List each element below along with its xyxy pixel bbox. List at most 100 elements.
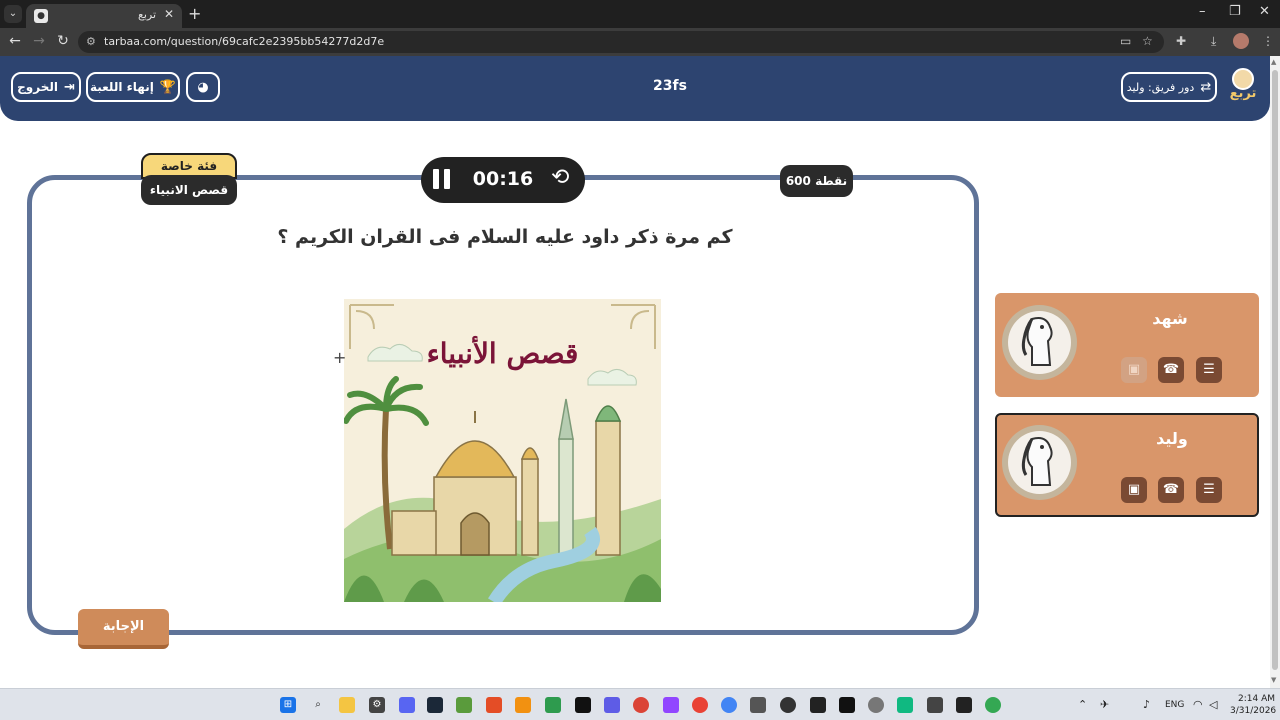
points-badge: 600 نقطة [780,165,853,197]
team-name: وليد [1156,429,1188,448]
app-icon[interactable] [897,697,913,713]
game-header: الخروج ⇥ إنهاء اللعبة 🏆 ◕ 23fs دور فريق:… [0,56,1270,121]
scroll-up-icon[interactable]: ▲ [1271,58,1276,66]
browser-tabstrip: ⌄ ● تربع ✕ + – ❐ ✕ [0,0,1280,28]
new-tab-icon[interactable]: + [188,4,201,23]
page-content: الخروج ⇥ إنهاء اللعبة 🏆 ◕ 23fs دور فريق:… [0,56,1270,688]
palette-icon: ◕ [197,79,209,95]
end-game-label: إنهاء اللعبة [89,80,154,94]
page-scrollbar[interactable]: ▲ ▼ [1270,56,1280,688]
app-icon[interactable] [604,697,620,713]
app-icon[interactable] [721,697,737,713]
steam-icon[interactable] [427,697,443,713]
tray-app-icon[interactable]: ✈ [1100,698,1109,711]
horse-mascot-icon [1021,317,1053,366]
shuffle-icon: ⇄ [1200,79,1212,95]
app-icon[interactable] [750,697,766,713]
palette-button[interactable]: ◕ [186,72,220,102]
phone-icon[interactable]: ☎ [1158,477,1184,503]
category-badge: فئة خاصة قصص الانبياء [141,153,237,207]
settings-icon[interactable]: ⚙ [369,697,385,713]
twitch-icon[interactable] [663,697,679,713]
question-text: كم مرة ذكر داود عليه السلام فى القران ال… [277,226,733,248]
team-avatar [1002,305,1077,380]
tab-search-icon[interactable]: ⌄ [4,5,22,23]
app-icon[interactable] [780,697,796,713]
exit-label: الخروج [17,80,58,94]
app-icon[interactable] [956,697,972,713]
chrome-active-icon[interactable] [985,697,1001,713]
language-indicator[interactable]: ENG [1165,700,1184,710]
phone-icon[interactable]: ☎ [1158,357,1184,383]
browser-tab[interactable]: ● تربع ✕ [26,4,182,28]
app-icon[interactable] [486,697,502,713]
exit-button[interactable]: الخروج ⇥ [11,72,81,102]
pause-icon[interactable] [433,169,451,189]
search-icon[interactable]: ⌕ [310,697,326,713]
team-card-shahd: شهد ☰ ☎ ▣ [995,293,1259,397]
game-title: 23fs [653,78,687,94]
timer-text: 00:16 [472,168,534,190]
browser-menu-icon[interactable]: ⋮ [1262,34,1274,48]
chrome-icon[interactable] [633,697,649,713]
tab-title: تربع [138,8,157,21]
downloads-icon[interactable]: ⤓ [1211,34,1216,49]
reset-timer-icon[interactable]: ⟲ [551,165,569,190]
horse-mascot-icon [1021,437,1053,486]
volume-icon[interactable]: ◁ [1209,698,1217,711]
trophy-icon: 🏆 [159,79,176,95]
scroll-thumb[interactable] [1272,70,1278,670]
site-info-icon[interactable]: ⚙ [86,35,96,48]
back-icon[interactable]: ← [6,33,24,49]
wifi-icon[interactable]: ◠ [1193,698,1203,711]
app-icon[interactable] [545,697,561,713]
clock-date[interactable]: 3/31/2026 [1230,706,1276,716]
maximize-icon[interactable]: ❐ [1229,4,1241,19]
tray-overflow-icon[interactable]: ⌃ [1078,698,1087,711]
swap-card-icon[interactable]: ▣ [1121,357,1147,383]
team-card-waleed: وليد ☰ ☎ ▣ [995,413,1259,517]
scroll-down-icon[interactable]: ▼ [1271,676,1276,684]
file-explorer-icon[interactable] [339,697,355,713]
close-window-icon[interactable]: ✕ [1259,4,1270,19]
end-game-button[interactable]: إنهاء اللعبة 🏆 [86,72,180,102]
bookmark-star-icon[interactable]: ☆ [1142,34,1153,48]
swap-card-icon[interactable]: ▣ [1121,477,1147,503]
discord-icon[interactable] [399,697,415,713]
exit-icon: ⇥ [63,79,75,95]
windows-taskbar: ⊞ ⌕ ⚙ ⌃ ✈ ♪ ENG ◠ ◁ 2:14 AM 3/31/2026 [0,688,1280,720]
site-logo[interactable]: تربع [1226,68,1260,108]
logo-text: تربع [1229,86,1257,101]
app-icon[interactable] [868,697,884,713]
minecraft-icon[interactable] [456,697,472,713]
app-icon[interactable] [575,697,591,713]
category-name: قصص الانبياء [141,175,237,205]
team-turn-label: دور فريق: وليد [1126,80,1195,94]
minimize-icon[interactable]: – [1199,4,1206,19]
team-avatar [1002,425,1077,500]
app-icon[interactable] [927,697,943,713]
question-image: قصص الأنبياء [344,299,661,602]
mouse-cursor: + [333,348,347,367]
answer-button[interactable]: الإجابة [78,609,169,649]
team-menu-icon[interactable]: ☰ [1196,477,1222,503]
address-bar[interactable]: ⚙ tarbaa.com/question/69cafc2e2395bb5427… [78,31,1164,53]
start-icon[interactable]: ⊞ [280,697,296,713]
vlc-icon[interactable] [515,697,531,713]
url-text: tarbaa.com/question/69cafc2e2395bb54277d… [104,35,385,48]
team-name: شهد [1152,309,1188,328]
app-icon[interactable] [839,697,855,713]
clock-time[interactable]: 2:14 AM [1238,694,1275,704]
extensions-icon[interactable]: ✚ [1176,34,1186,48]
tab-close-icon[interactable]: ✕ [164,7,174,21]
timer-panel: 00:16 ⟲ [421,157,585,203]
switch-turn-button[interactable]: دور فريق: وليد ⇄ [1121,72,1217,102]
profile-avatar[interactable] [1233,33,1249,49]
app-icon[interactable] [692,697,708,713]
app-icon[interactable] [810,697,826,713]
forward-icon[interactable]: → [30,33,48,49]
microphone-icon[interactable]: ♪ [1143,698,1150,711]
reload-icon[interactable]: ↻ [54,33,72,49]
cast-icon[interactable]: ▭ [1120,34,1131,48]
team-menu-icon[interactable]: ☰ [1196,357,1222,383]
